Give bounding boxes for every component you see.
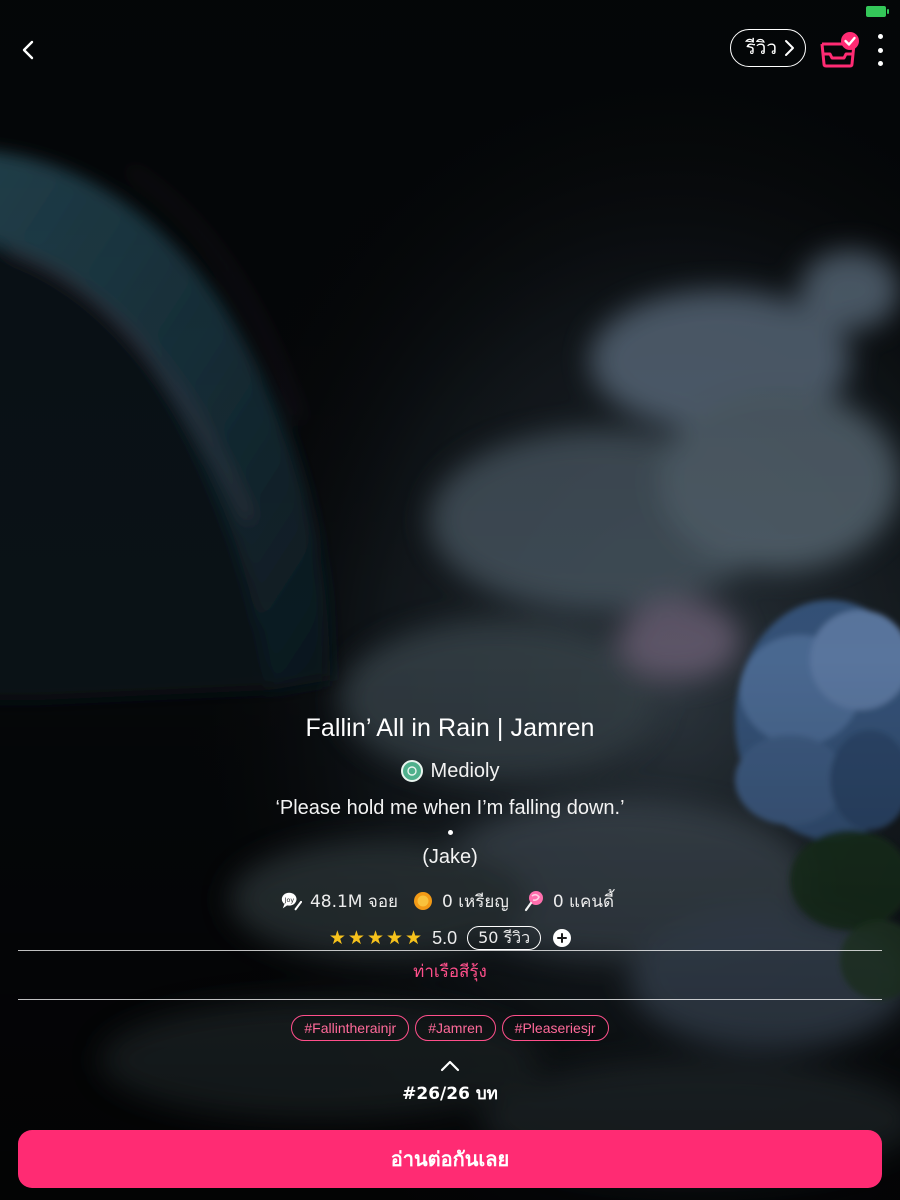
review-button[interactable]: รีวิว: [730, 29, 806, 67]
chapter-count: #26/26 บท: [402, 1084, 498, 1104]
coins-count: 0 เหรียญ: [442, 891, 509, 912]
more-options-button[interactable]: [870, 34, 890, 66]
chevron-left-icon: [22, 40, 34, 60]
tag-chip[interactable]: #Pleaseriesjr: [501, 1015, 609, 1041]
divider: [18, 999, 882, 1000]
joy-icon: Joy: [280, 890, 302, 912]
add-review-button[interactable]: [553, 929, 572, 947]
star-icon: ★: [347, 926, 365, 949]
star-icon: ★: [405, 926, 423, 949]
author-name: Medioly: [430, 759, 500, 782]
star-rating: ★ ★ ★ ★ ★: [328, 926, 423, 949]
rating-row: ★ ★ ★ ★ ★ 5.0 50 รีวิว: [0, 923, 900, 953]
star-icon: ★: [328, 926, 346, 949]
library-check-icon: [820, 32, 859, 68]
story-tagline-attribution: (Jake): [422, 846, 478, 868]
category-link[interactable]: ท่าเรือสีรุ้ง: [0, 958, 900, 985]
bullet-separator: [447, 830, 453, 835]
chevron-up-icon: [440, 1060, 460, 1072]
author-avatar: [400, 760, 423, 782]
review-count-badge[interactable]: 50 รีวิว: [467, 926, 542, 950]
story-info: Fallin’ All in Rain | Jamren Medioly ‘Pl…: [0, 708, 900, 953]
candies-count: 0 แคนดี้: [552, 891, 615, 912]
more-vertical-icon: [877, 34, 883, 39]
plus-icon: [557, 933, 568, 943]
back-button[interactable]: [10, 32, 46, 68]
chevron-right-icon: [785, 40, 794, 56]
story-title: Fallin’ All in Rain | Jamren: [305, 714, 595, 742]
story-detail-screen: รีวิว Fallin’ All in Rain | Jamren Medio…: [0, 0, 900, 1200]
coin-icon: [412, 890, 434, 912]
review-button-label: รีวิว: [745, 37, 777, 59]
candy-icon: [523, 890, 545, 912]
tag-chip[interactable]: #Jamren: [415, 1015, 496, 1041]
rating-score: 5.0: [432, 927, 458, 948]
continue-reading-button[interactable]: อ่านต่อกันเลย: [18, 1130, 882, 1188]
author-link[interactable]: Medioly: [0, 756, 900, 786]
battery-indicator: [866, 6, 889, 17]
views-count: 48.1M จอย: [309, 891, 398, 912]
star-icon: ★: [386, 926, 404, 949]
story-stats: Joy 48.1M จอย 0 เหรียญ 0 แคนดี้: [0, 887, 900, 915]
divider: [18, 950, 882, 951]
expand-button[interactable]: [439, 1058, 461, 1072]
tag-chip[interactable]: #Fallintherainjr: [291, 1015, 410, 1041]
top-navigation-bar: รีวิว: [0, 28, 900, 72]
author-avatar-icon: [406, 766, 417, 776]
svg-text:Joy: Joy: [284, 896, 295, 904]
story-tagline: ‘Please hold me when I’m falling down.’: [275, 797, 625, 819]
star-icon: ★: [366, 926, 384, 949]
library-added-button[interactable]: [818, 30, 862, 70]
tag-list: #Fallintherainjr #Jamren #Pleaseriesjr: [0, 1015, 900, 1041]
